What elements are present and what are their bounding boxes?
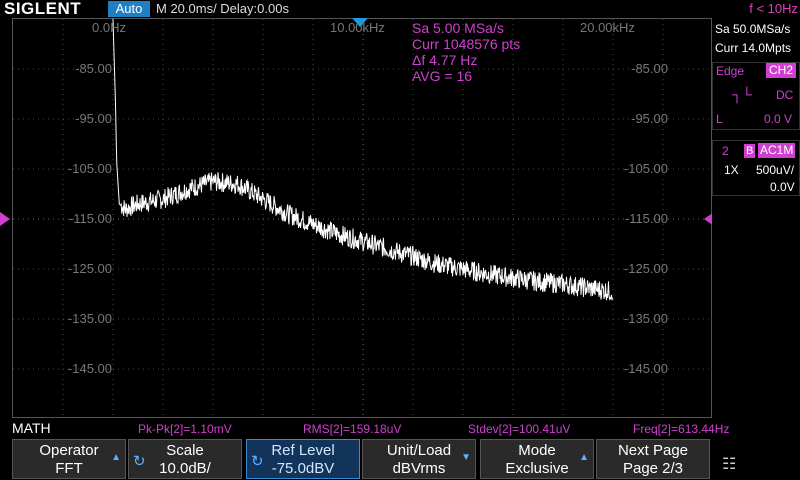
- db-label-right: -125.00: [623, 261, 668, 276]
- brand-logo: SIGLENT: [4, 0, 82, 18]
- softkey-value: dBVrms: [392, 460, 446, 477]
- db-label-left: -135.00: [67, 311, 112, 326]
- softkey-mode[interactable]: Mode Exclusive ▲: [480, 439, 594, 479]
- network-icon: ☷: [722, 456, 737, 473]
- db-label-right: -105.00: [623, 161, 668, 176]
- softkey-title: Scale: [166, 442, 204, 459]
- softkey-value: 10.0dB/: [159, 460, 211, 477]
- trigger-source-badge: CH2: [766, 63, 797, 78]
- adjust-knob-icon: ↻: [251, 453, 264, 470]
- acquisition-memory-depth: Curr 14.0Mpts: [715, 41, 792, 55]
- channel-number: 2: [722, 144, 729, 158]
- measure-pkpk: Pk-Pk[2]=1.10mV: [138, 422, 232, 436]
- trigger-coupling: DC: [776, 88, 794, 102]
- vertical-offset: 0.0V: [770, 180, 795, 194]
- fft-info-overlay: Sa 5.00 MSa/s Curr 1048576 pts Δf 4.77 H…: [412, 20, 520, 84]
- db-label-left: -105.00: [67, 161, 112, 176]
- probe-attenuation: 1X: [724, 163, 739, 177]
- db-label-right: -135.00: [623, 311, 668, 326]
- bandwidth-limit-flag: B: [744, 144, 756, 158]
- fft-delta-f: Δf 4.77 Hz: [412, 52, 478, 68]
- fft-average: AVG = 16: [412, 68, 473, 84]
- softkey-operator[interactable]: Operator FFT ▲: [12, 439, 126, 479]
- softkey-title: Mode: [518, 442, 556, 459]
- softkey-unit-load[interactable]: Unit/Load dBVrms ▼: [362, 439, 476, 479]
- softkey-scale[interactable]: ↻ Scale 10.0dB/: [128, 439, 242, 479]
- fft-sample-rate: Sa 5.00 MSa/s: [412, 20, 504, 36]
- rising-edge-icon: ┐└: [732, 86, 752, 102]
- db-label-right: -85.00: [631, 61, 668, 76]
- trigger-level-value: 0.0 V: [764, 112, 793, 126]
- acquisition-sample-rate: Sa 50.0MSa/s: [715, 22, 791, 36]
- trigger-frequency-readout: f < 10Hz: [749, 1, 798, 16]
- db-label-right: -145.00: [623, 361, 668, 376]
- select-arrow-icon: ▲: [111, 452, 121, 463]
- adjust-knob-icon: ↻: [133, 453, 146, 470]
- softkey-next-page[interactable]: Next Page Page 2/3: [596, 439, 710, 479]
- softkey-value: Page 2/3: [622, 460, 684, 477]
- softkey-value: Exclusive: [505, 460, 569, 477]
- select-arrow-icon: ▲: [579, 452, 589, 463]
- fft-points: Curr 1048576 pts: [412, 36, 521, 52]
- menu-title: MATH: [12, 420, 51, 436]
- softkey-title: Unit/Load: [386, 442, 452, 459]
- db-label-left: -145.00: [67, 361, 112, 376]
- timebase-readout[interactable]: M 20.0ms/ Delay:0.00s: [156, 2, 289, 16]
- softkey-ref-level[interactable]: ↻ Ref Level -75.0dBV: [246, 439, 360, 479]
- vertical-scale: 500uV/: [756, 163, 795, 177]
- softkey-title: Ref Level: [271, 442, 335, 459]
- trigger-type: Edge: [716, 64, 745, 78]
- measure-stdev: Stdev[2]=100.41uV: [468, 422, 571, 436]
- db-label-left: -125.00: [67, 261, 112, 276]
- measure-frequency: Freq[2]=613.44Hz: [633, 422, 730, 436]
- db-label-left: -95.00: [75, 111, 112, 126]
- softkey-value: -75.0dBV: [271, 460, 335, 477]
- channel-coupling-badge: AC1M: [758, 143, 796, 158]
- softkey-title: Operator: [39, 442, 99, 459]
- softkey-value: FFT: [55, 460, 83, 477]
- db-label-right: -95.00: [631, 111, 668, 126]
- db-label-left: -85.00: [75, 61, 112, 76]
- db-label-left: -115.00: [68, 211, 112, 226]
- select-arrow-icon: ▼: [461, 452, 471, 463]
- measure-rms: RMS[2]=159.18uV: [303, 422, 402, 436]
- freq-label-end: 20.00kHz: [580, 20, 635, 35]
- ref-level-marker-left[interactable]: [0, 212, 10, 226]
- freq-label-start: 0.0Hz: [92, 20, 126, 35]
- trigger-mode-badge[interactable]: Auto: [108, 1, 150, 17]
- db-label-right: -115.00: [624, 211, 668, 226]
- trigger-position-marker[interactable]: [352, 18, 368, 27]
- trigger-level-label: L: [716, 112, 723, 126]
- softkey-title: Next Page: [617, 442, 689, 459]
